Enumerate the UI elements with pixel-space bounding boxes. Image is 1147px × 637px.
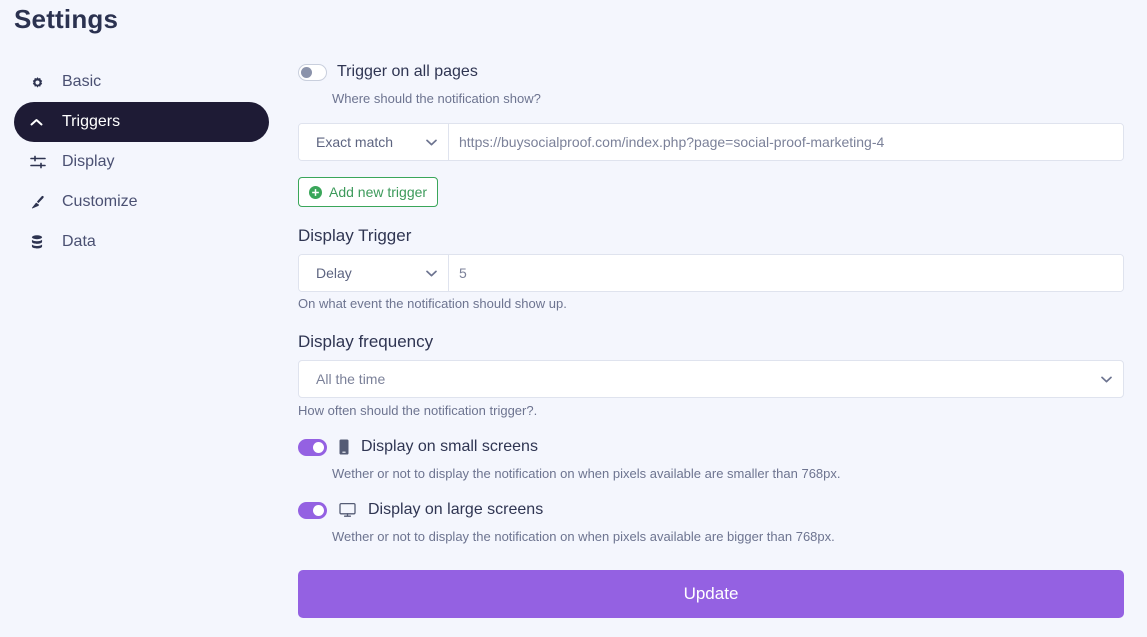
large-screens-label: Display on large screens: [368, 501, 544, 518]
display-frequency-title: Display frequency: [298, 332, 434, 351]
match-type-value: Exact match: [316, 134, 394, 150]
sidebar-nav: Basic Triggers Display Customize Data: [0, 62, 282, 262]
url-rule-row: Exact match https://buysocialproof.com/i…: [298, 123, 1124, 161]
trigger-all-pages-row: Trigger on all pages: [298, 63, 478, 81]
plus-circle-icon: [309, 185, 322, 199]
chevron-down-icon: [426, 270, 437, 277]
display-trigger-value: 5: [459, 265, 467, 281]
display-frequency-value: All the time: [316, 371, 386, 387]
add-new-trigger-wrap: Add new trigger: [298, 177, 439, 207]
toggle-knob: [301, 66, 312, 78]
sidebar-item-basic[interactable]: Basic: [0, 62, 282, 102]
small-screens-row: Display on small screens: [298, 438, 538, 456]
settings-page: Settings Basic Triggers Display Customiz…: [0, 0, 1147, 637]
paintbrush-icon: [30, 195, 52, 210]
desktop-monitor-icon: [339, 502, 356, 518]
display-frequency-helper: How often should the notification trigge…: [298, 403, 538, 418]
trigger-all-pages-helper: Where should the notification show?: [332, 91, 541, 106]
url-value: https://buysocialproof.com/index.php?pag…: [459, 134, 885, 150]
sidebar-item-label: Basic: [62, 73, 102, 90]
page-title: Settings: [14, 4, 119, 34]
small-screens-toggle[interactable]: [298, 438, 327, 456]
small-screens-label: Display on small screens: [361, 438, 538, 455]
sidebar-item-label: Data: [62, 233, 96, 250]
large-screens-row: Display on large screens: [298, 501, 543, 519]
sidebar-item-label: Customize: [62, 193, 138, 210]
sliders-icon: [30, 155, 52, 169]
toggle-knob: [313, 504, 324, 516]
sidebar-item-label: Triggers: [62, 113, 121, 130]
update-button[interactable]: Update: [298, 570, 1124, 618]
display-trigger-event-value: Delay: [316, 265, 352, 281]
url-input[interactable]: https://buysocialproof.com/index.php?pag…: [449, 124, 1123, 160]
sidebar-item-customize[interactable]: Customize: [0, 182, 282, 222]
display-frequency-select[interactable]: All the time: [298, 360, 1124, 398]
mobile-phone-icon: [339, 439, 349, 455]
toggle-knob: [313, 441, 324, 453]
trigger-all-pages-toggle[interactable]: [298, 63, 327, 81]
sidebar-item-display[interactable]: Display: [0, 142, 282, 182]
add-new-trigger-button[interactable]: Add new trigger: [298, 177, 439, 207]
match-type-select[interactable]: Exact match: [299, 124, 449, 160]
trigger-all-pages-label: Trigger on all pages: [337, 63, 478, 80]
sidebar-item-label: Display: [62, 153, 115, 170]
display-trigger-value-input[interactable]: 5: [449, 255, 1123, 291]
display-trigger-event-select[interactable]: Delay: [299, 255, 449, 291]
large-screens-toggle[interactable]: [298, 501, 327, 519]
display-trigger-helper: On what event the notification should sh…: [298, 296, 567, 311]
chevron-down-icon: [1101, 376, 1112, 383]
display-trigger-row: Delay 5: [298, 254, 1124, 292]
chevron-up-icon: [30, 118, 52, 127]
sidebar-item-triggers[interactable]: Triggers: [14, 102, 269, 142]
database-icon: [30, 234, 52, 250]
chevron-down-icon: [426, 139, 437, 146]
add-new-trigger-label: Add new trigger: [329, 184, 428, 200]
gear-icon: [30, 75, 52, 90]
small-screens-helper: Wether or not to display the notificatio…: [332, 466, 841, 481]
display-trigger-title: Display Trigger: [298, 226, 412, 245]
large-screens-helper: Wether or not to display the notificatio…: [332, 529, 835, 544]
sidebar-item-data[interactable]: Data: [0, 222, 282, 262]
